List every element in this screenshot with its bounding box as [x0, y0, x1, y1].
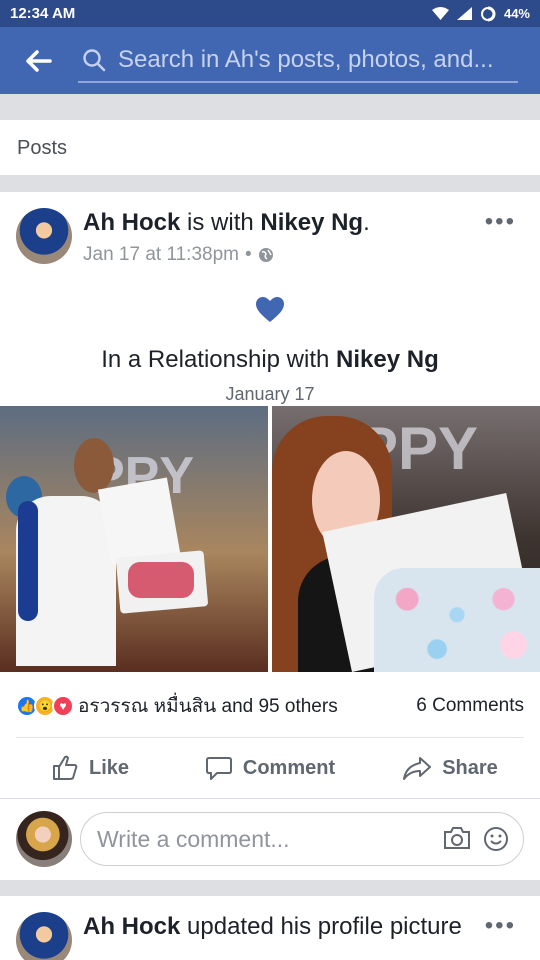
post-card: Ah Hock is with Nikey Ng. Jan 17 at 11:3…: [0, 192, 540, 880]
like-button[interactable]: Like: [0, 738, 180, 798]
comments-count[interactable]: 6 Comments: [416, 695, 524, 717]
event-prefix: In a Relationship with: [101, 346, 330, 373]
comment-icon: [205, 757, 232, 780]
author-name[interactable]: Ah Hock: [83, 209, 180, 236]
status-icons: 44%: [431, 6, 530, 22]
section-title: Posts: [0, 120, 540, 175]
meta-separator: •: [244, 244, 252, 265]
status-time: 12:34 AM: [10, 5, 76, 22]
event-person[interactable]: Nikey Ng: [336, 346, 439, 373]
post-header-text: Ah Hock is with Nikey Ng.: [83, 209, 370, 237]
search-placeholder: Search in Ah's posts, photos, and...: [118, 45, 494, 73]
tagged-person[interactable]: Nikey Ng: [260, 209, 363, 236]
emoji-icon[interactable]: [483, 826, 509, 852]
love-reaction-icon: ♥: [52, 695, 74, 717]
event-date: January 17: [225, 384, 315, 404]
battery-level: 44%: [503, 6, 530, 21]
share-label: Share: [442, 756, 498, 779]
next-author-avatar[interactable]: [16, 912, 72, 960]
life-event: In a Relationship with Nikey Ng January …: [0, 297, 540, 405]
reaction-icons: 👍 😮 ♥: [16, 695, 74, 717]
reactors-text[interactable]: อรวรรณ หมื่นสิน and 95 others: [78, 691, 338, 721]
comment-placeholder: Write a comment...: [97, 825, 290, 852]
post-timestamp[interactable]: Jan 17 at 11:38pm: [83, 244, 239, 266]
search-input[interactable]: Search in Ah's posts, photos, and...: [78, 39, 518, 83]
like-icon: [52, 755, 78, 780]
camera-icon[interactable]: [443, 826, 471, 850]
search-icon: [83, 48, 106, 71]
next-post-action: updated his profile picture: [187, 913, 462, 940]
next-more-icon[interactable]: •••: [485, 912, 516, 940]
comment-label: Comment: [242, 756, 336, 779]
back-button[interactable]: [0, 27, 78, 94]
author-avatar[interactable]: [16, 208, 72, 264]
with-connector: is with: [187, 209, 254, 236]
reaction-summary[interactable]: 👍 😮 ♥ อรวรรณ หมื่นสิน and 95 others 6 Co…: [16, 692, 524, 720]
more-icon[interactable]: •••: [485, 208, 516, 236]
period: .: [363, 209, 370, 236]
status-bar: 12:34 AM 44%: [0, 0, 540, 27]
life-event-title: In a Relationship with Nikey Ng: [0, 346, 540, 374]
comment-input[interactable]: Write a comment...: [80, 812, 524, 866]
photo-woman-with-flowers[interactable]: PPY: [272, 406, 540, 672]
post-actions: Like Comment Share: [0, 738, 540, 798]
share-button[interactable]: Share: [360, 738, 540, 798]
photo-gallery: PPY PPY: [0, 406, 540, 672]
next-author-name[interactable]: Ah Hock: [83, 913, 180, 940]
globe-icon: [258, 248, 273, 262]
heart-icon: [256, 297, 284, 322]
like-label: Like: [88, 756, 130, 779]
wifi-icon: [431, 7, 449, 20]
next-post-header: Ah Hock updated his profile picture: [83, 913, 462, 941]
comment-composer: Write a comment...: [0, 799, 540, 880]
search-header: Search in Ah's posts, photos, and...: [0, 27, 540, 94]
next-post-card: Ah Hock updated his profile picture •••: [0, 896, 540, 960]
comment-tools: [443, 826, 509, 852]
share-icon: [403, 757, 432, 780]
post-meta: Jan 17 at 11:38pm •: [83, 244, 274, 266]
photo-man-with-cake[interactable]: PPY: [0, 406, 268, 672]
user-avatar[interactable]: [16, 811, 72, 867]
comment-button[interactable]: Comment: [180, 738, 360, 798]
back-arrow-icon: [26, 49, 52, 72]
battery-icon: [480, 6, 496, 21]
signal-icon: [456, 7, 472, 20]
